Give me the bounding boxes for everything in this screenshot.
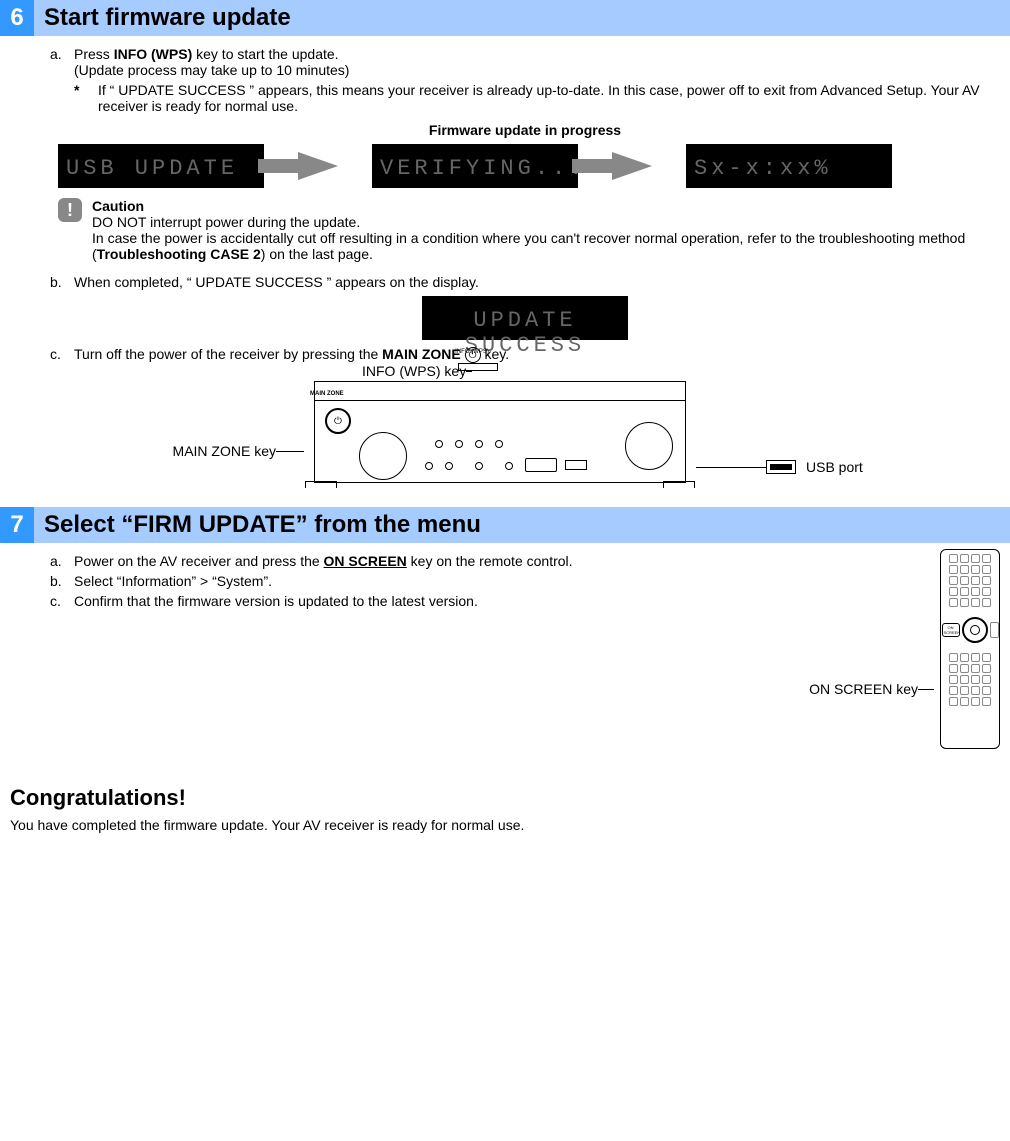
front-hdmi-port <box>525 458 557 472</box>
caution-line2: In case the power is accidentally cut of… <box>92 230 1000 262</box>
step-6-number: 6 <box>0 0 34 36</box>
arrow-icon <box>298 152 338 180</box>
usb-port-icon <box>766 460 796 474</box>
input-knob <box>359 432 407 480</box>
text: Select “Information” > “System”. <box>74 573 750 589</box>
lcd-usb-update: USB UPDATE <box>58 144 264 188</box>
step-6-header: 6 Start firmware update <box>0 0 1010 36</box>
caution-title: Caution <box>92 198 1000 214</box>
av-receiver-front-panel: ⏻ <box>314 381 686 483</box>
caution-line1: DO NOT interrupt power during the update… <box>92 214 1000 230</box>
main-zone-key-callout: MAIN ZONE key <box>173 443 276 459</box>
text: Confirm that the firmware version is upd… <box>74 593 750 609</box>
usb-port-callout: USB port <box>806 459 863 475</box>
on-screen-key-label: ON SCREEN <box>324 553 407 569</box>
receiver-diagram: MAIN ZONE key INFO (WPS) INFO (WPS) key … <box>50 381 1000 483</box>
text: ) on the last page. <box>261 246 373 262</box>
asterisk-marker: * <box>74 82 98 114</box>
step-7-number: 7 <box>0 507 34 543</box>
step-6-title: Start firmware update <box>34 0 1010 36</box>
progress-caption: Firmware update in progress <box>50 122 1000 138</box>
list-marker: a. <box>50 46 74 118</box>
step7-item-b: b. Select “Information” > “System”. <box>50 573 750 589</box>
list-marker: a. <box>50 553 74 569</box>
list-marker: c. <box>50 593 74 609</box>
congratulations-text: You have completed the firmware update. … <box>10 817 1010 833</box>
list-marker: b. <box>50 573 74 589</box>
volume-knob <box>625 422 673 470</box>
on-screen-key-callout: ON SCREEN key <box>809 681 918 697</box>
list-marker: c. <box>50 346 74 363</box>
text: key to start the update. <box>192 46 338 62</box>
info-wps-small-label: INFO (WPS) <box>442 349 502 355</box>
step7-item-a: a. Power on the AV receiver and press th… <box>50 553 750 569</box>
front-usb-port <box>565 460 587 470</box>
step7-item-c: c. Confirm that the firmware version is … <box>50 593 750 609</box>
info-wps-key-label: INFO (WPS) <box>114 46 193 62</box>
arrow-icon <box>612 152 652 180</box>
step-7-header: 7 Select “FIRM UPDATE” from the menu <box>0 507 1010 543</box>
caution-icon: ! <box>58 198 82 222</box>
asterisk-note: If “ UPDATE SUCCESS ” appears, this mean… <box>98 82 1000 114</box>
congratulations-heading: Congratulations! <box>10 785 1010 811</box>
lcd-verifying: VERIFYING... <box>372 144 578 188</box>
troubleshooting-ref: Troubleshooting CASE 2 <box>97 246 261 262</box>
lcd-progress-percent: Sx-x:xx% <box>686 144 892 188</box>
caution-block: ! Caution DO NOT interrupt power during … <box>58 198 1000 262</box>
lcd-update-success: UPDATE SUCCESS <box>422 296 628 340</box>
text: (Update process may take up to 10 minute… <box>74 62 1000 78</box>
firmware-progress-row: USB UPDATE VERIFYING... Sx-x:xx% <box>58 144 1000 188</box>
main-zone-power-button: ⏻ <box>325 408 351 434</box>
text: Turn off the power of the receiver by pr… <box>74 346 382 362</box>
info-wps-key-callout: INFO (WPS) key <box>362 363 466 379</box>
remote-control: ON SCREEN <box>940 549 1000 749</box>
text: When completed, “ UPDATE SUCCESS ” appea… <box>74 274 1000 290</box>
step-7-title: Select “FIRM UPDATE” from the menu <box>34 507 1010 543</box>
text: key on the remote control. <box>407 553 573 569</box>
step6-item-b: b. When completed, “ UPDATE SUCCESS ” ap… <box>50 274 1000 290</box>
remote-dpad <box>962 617 988 643</box>
on-screen-button: ON SCREEN <box>942 623 960 637</box>
step6-item-a: a. Press INFO (WPS) key to start the upd… <box>50 46 1000 118</box>
list-marker: b. <box>50 274 74 290</box>
text: Power on the AV receiver and press the <box>74 553 324 569</box>
step6-item-c: c. Turn off the power of the receiver by… <box>50 346 1000 363</box>
text: Press <box>74 46 114 62</box>
